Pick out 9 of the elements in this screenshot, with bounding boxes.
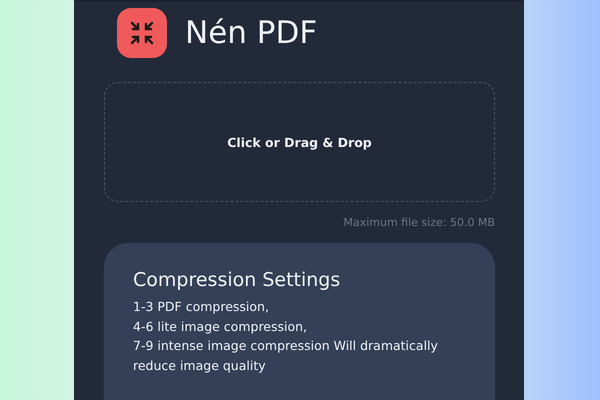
- file-dropzone[interactable]: Click or Drag & Drop: [104, 82, 495, 202]
- compress-icon: [129, 20, 155, 46]
- settings-title: Compression Settings: [133, 269, 342, 291]
- app-title: Nén PDF: [185, 15, 318, 51]
- settings-description: 4-6 lite image compression,: [133, 318, 308, 336]
- settings-description: 7-9 intense image compression Will dramatically reduce image quality: [133, 337, 439, 375]
- max-file-size: Maximum file size: 50.0 MB: [342, 216, 495, 229]
- settings-description: 1-3 PDF compression,: [133, 298, 270, 316]
- dropzone-label: Click or Drag & Drop: [227, 134, 372, 150]
